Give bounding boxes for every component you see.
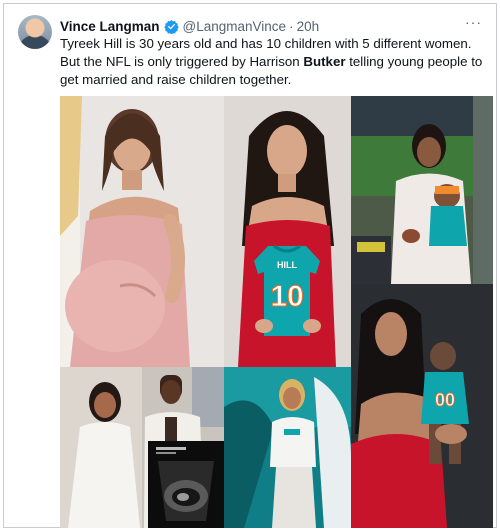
author-avatar[interactable] bbox=[18, 15, 52, 49]
more-options-icon[interactable]: ··· bbox=[465, 14, 482, 30]
onesie-number-text: 00 bbox=[435, 390, 455, 410]
header-separator: · bbox=[289, 18, 294, 34]
photo-pregnant-pink-dress[interactable] bbox=[60, 96, 224, 367]
tweet-timestamp[interactable]: 20h bbox=[297, 19, 320, 34]
jersey-name-text: HILL bbox=[277, 260, 297, 270]
photo-teal-dolphins-outfit[interactable] bbox=[224, 367, 351, 528]
media-collage[interactable]: HILL 10 00 bbox=[60, 96, 493, 528]
photo-red-dress-baby[interactable]: 00 bbox=[351, 284, 493, 528]
tweet-text: Tyreek Hill is 30 years old and has 10 c… bbox=[60, 35, 484, 89]
tweet-text-bold: Butker bbox=[303, 54, 346, 69]
author-name[interactable]: Vince Langman bbox=[60, 19, 160, 34]
author-handle[interactable]: @LangmanVince bbox=[183, 19, 287, 34]
jersey-number-text: 10 bbox=[270, 280, 303, 313]
photo-stadium-baby[interactable] bbox=[351, 96, 493, 284]
tweet-card[interactable]: Vince Langman @LangmanVince · 20h ··· Ty… bbox=[3, 3, 497, 528]
photo-red-dress-jersey[interactable]: HILL 10 bbox=[224, 96, 351, 367]
verified-badge-icon bbox=[163, 19, 179, 34]
photo-ultrasound[interactable] bbox=[148, 441, 224, 528]
tweet-header: Vince Langman @LangmanVince · 20h ··· bbox=[60, 14, 486, 36]
